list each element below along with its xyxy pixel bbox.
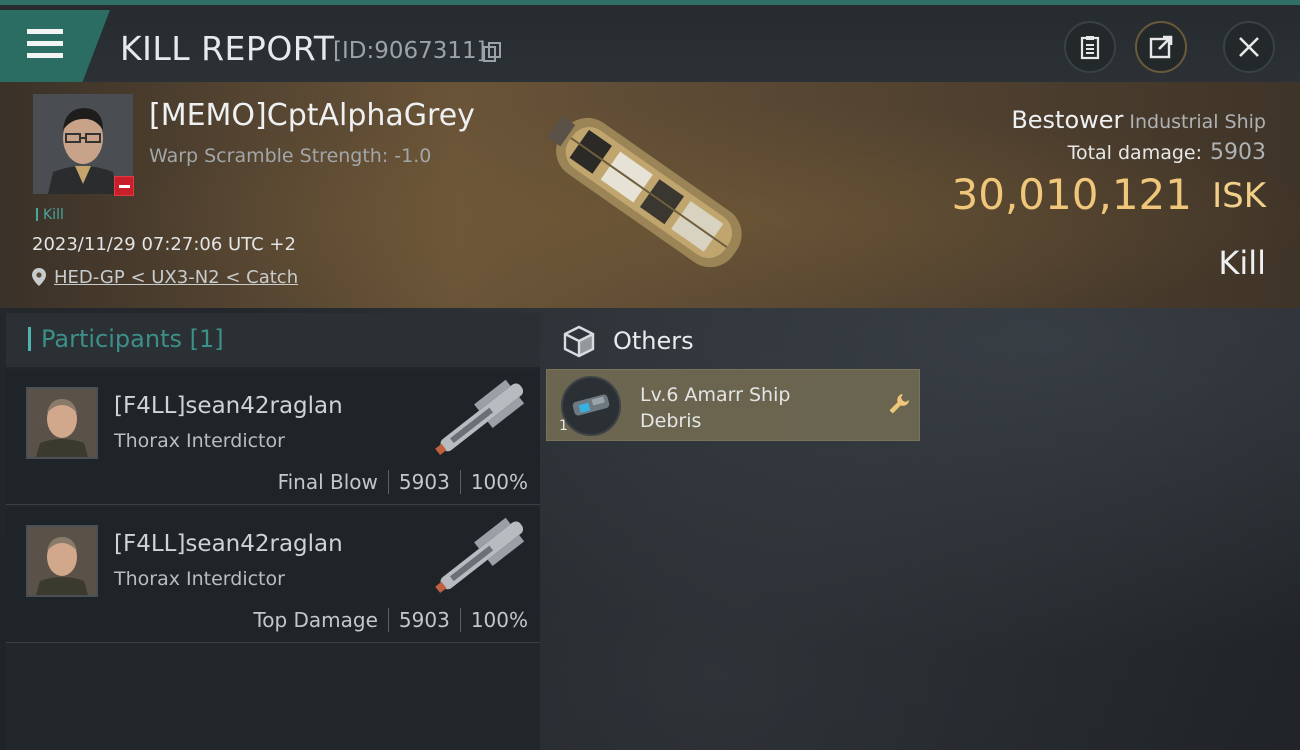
participant-avatar[interactable] <box>26 387 98 459</box>
victim-ship-image[interactable] <box>525 90 770 290</box>
ship-class: Industrial Ship <box>1129 111 1266 133</box>
kill-tag: Kill <box>36 207 64 223</box>
kill-timestamp: 2023/11/29 07:27:06 UTC +2 <box>32 234 296 255</box>
cube-icon <box>563 325 595 358</box>
clipboard-button[interactable] <box>1064 21 1116 73</box>
share-icon <box>1149 35 1173 59</box>
victim-name[interactable]: [MEMO]CptAlphaGrey <box>149 98 475 133</box>
participant-portrait <box>28 527 96 595</box>
isk-value: 30,010,121 <box>951 170 1192 219</box>
victim-ship-name: Bestower Industrial Ship <box>1011 106 1266 134</box>
participant-stat-label: Final Blow <box>277 470 378 494</box>
participant-ship-image[interactable] <box>424 515 539 597</box>
item-card[interactable]: 1 Lv.6 Amarr Ship Debris <box>546 369 920 441</box>
stat-divider <box>459 470 461 494</box>
hamburger-menu-icon[interactable] <box>27 29 63 59</box>
page-title: KILL REPORT <box>120 29 335 68</box>
item-thumbnail <box>561 376 621 436</box>
stat-divider <box>459 608 461 632</box>
participant-ship-image[interactable] <box>424 377 539 459</box>
others-title: Others <box>613 327 694 355</box>
participant-card[interactable]: [F4LL]sean42raglan Thorax Interdictor To… <box>6 507 540 643</box>
participant-name[interactable]: [F4LL]sean42raglan <box>114 393 343 419</box>
close-icon <box>1239 37 1259 57</box>
debris-icon <box>572 394 610 416</box>
share-button[interactable] <box>1135 21 1187 73</box>
participant-avatar[interactable] <box>26 525 98 597</box>
participant-card[interactable]: [F4LL]sean42raglan Thorax Interdictor Fi… <box>6 369 540 505</box>
total-damage-label: Total damage: <box>1067 142 1202 164</box>
copy-icon[interactable] <box>483 42 501 62</box>
participant-percent: 100% <box>470 470 528 494</box>
kill-result: Kill <box>1218 244 1266 282</box>
participant-ship: Thorax Interdictor <box>114 568 285 590</box>
participant-stats: Final Blow 5903 100% <box>278 470 528 494</box>
warp-scramble-strength: Warp Scramble Strength: -1.0 <box>149 145 432 167</box>
location-link[interactable]: HED-GP < UX3-N2 < Catch <box>54 267 298 288</box>
isk-label: ISK <box>1212 176 1266 216</box>
participant-damage: 5903 <box>398 608 450 632</box>
participant-stat-label: Top Damage <box>253 608 378 632</box>
participants-panel: Participants [1] [F4LL]sean42raglan Thor… <box>6 313 540 750</box>
participant-damage: 5903 <box>398 470 450 494</box>
participant-portrait <box>28 389 96 457</box>
stat-divider <box>387 608 389 632</box>
participants-header: Participants [1] <box>6 313 540 367</box>
clipboard-icon <box>1080 36 1100 60</box>
item-quantity: 1 <box>559 418 568 434</box>
close-button[interactable] <box>1223 21 1275 73</box>
wrench-icon[interactable] <box>887 392 911 416</box>
participants-accent-bar <box>28 327 31 351</box>
ship-name-text[interactable]: Bestower <box>1011 106 1123 134</box>
participant-ship: Thorax Interdictor <box>114 430 285 452</box>
report-id: [ID:9067311] <box>333 38 486 64</box>
participants-title[interactable]: Participants [1] <box>41 325 224 353</box>
participant-stats: Top Damage 5903 100% <box>253 608 528 632</box>
item-name: Lv.6 Amarr Ship Debris <box>640 384 791 432</box>
participant-name[interactable]: [F4LL]sean42raglan <box>114 531 343 557</box>
hostile-badge <box>114 176 134 196</box>
stat-divider <box>387 470 389 494</box>
top-bar: KILL REPORT [ID:9067311] <box>0 0 1300 82</box>
total-damage-value: 5903 <box>1210 140 1266 165</box>
participant-percent: 100% <box>470 608 528 632</box>
total-damage: Total damage: 5903 <box>1068 140 1266 165</box>
location-pin-icon <box>32 268 46 286</box>
